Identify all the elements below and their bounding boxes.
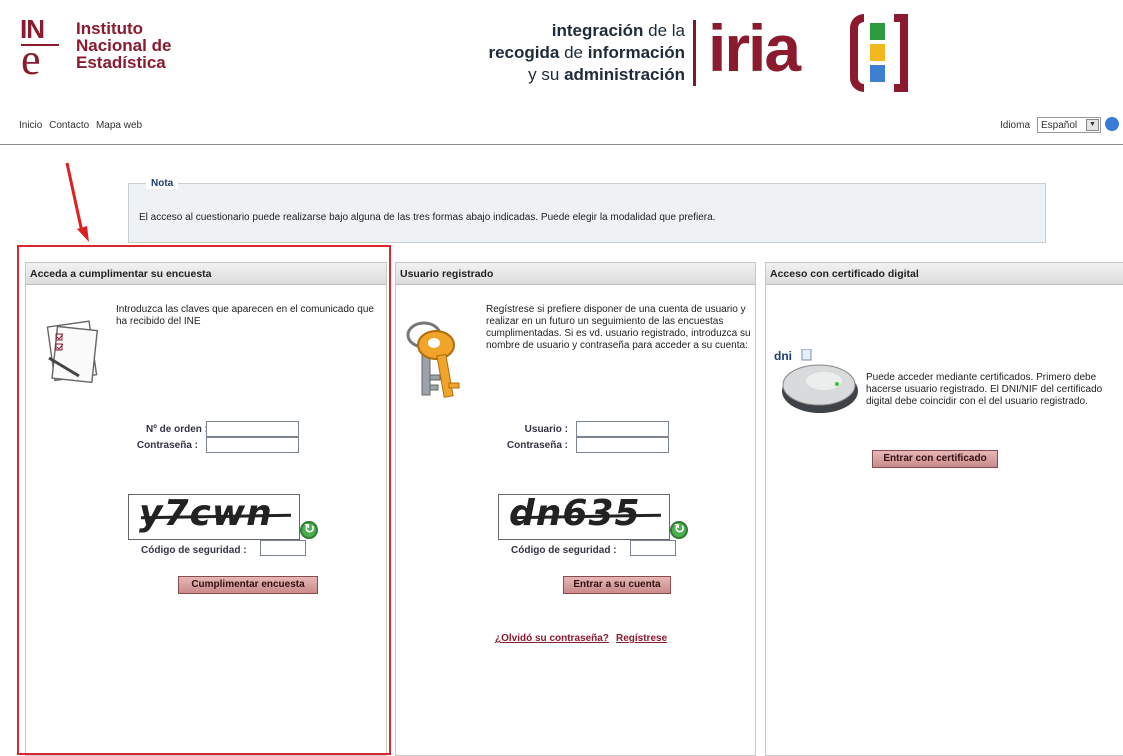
- keys-icon: [406, 321, 460, 398]
- panel-registered-user: Usuario registrado Regístrese si prefier…: [395, 262, 756, 756]
- password-label: Contraseña :: [506, 440, 568, 451]
- bracket-right: [894, 14, 908, 92]
- panel-digital-certificate: Acceso con certificado digital dni Puede…: [765, 262, 1123, 756]
- certificate-login-button[interactable]: Entrar con certificado: [872, 450, 998, 468]
- panel-title: Acceso con certificado digital: [766, 263, 1123, 285]
- iria-tagline-bold: información: [587, 43, 685, 62]
- captcha-text: y7cwn: [139, 494, 273, 534]
- iria-separator: [693, 20, 696, 86]
- iria-tagline-bold: recogida: [488, 43, 560, 62]
- captcha-image: dn635: [498, 494, 670, 540]
- order-number-label: Nº de orden :: [146, 424, 208, 435]
- globe-icon[interactable]: [1105, 117, 1119, 131]
- security-code-label: Código de seguridad :: [511, 545, 617, 556]
- refresh-captcha-icon[interactable]: [300, 521, 318, 539]
- username-label: Usuario :: [524, 424, 568, 435]
- iria-tagline: integración de la recogida de informació…: [455, 20, 685, 86]
- panel2-intro: Regístrese si prefiere disponer de una c…: [486, 304, 751, 351]
- green-square: [870, 23, 885, 40]
- language-value: Español: [1041, 120, 1078, 131]
- chevron-down-icon[interactable]: ▼: [1086, 119, 1099, 131]
- order-number-input[interactable]: [206, 421, 299, 437]
- note-text: El acceso al cuestionario puede realizar…: [139, 212, 716, 223]
- iria-tagline-bold: integración: [551, 21, 644, 40]
- card-reader-icon: [782, 349, 858, 413]
- panel-title: Usuario registrado: [396, 263, 755, 285]
- iria-logo-word: iria: [708, 11, 801, 85]
- iria-tagline-text: de: [559, 43, 588, 62]
- captcha-text: dn635: [509, 494, 641, 534]
- security-code-label: Código de seguridad :: [141, 545, 247, 556]
- password-label: Contraseña :: [136, 440, 198, 451]
- iria-tagline-bold: administración: [564, 65, 685, 84]
- iria-logo-bracket-icon: [850, 14, 908, 92]
- iria-tagline-text: y su: [528, 65, 565, 84]
- password-input[interactable]: [576, 437, 669, 453]
- bracket-left: [850, 14, 864, 92]
- security-code-input[interactable]: [630, 540, 676, 556]
- security-code-input[interactable]: [260, 540, 306, 556]
- username-input[interactable]: [576, 421, 669, 437]
- password-input[interactable]: [206, 437, 299, 453]
- red-arrow-annotation: [65, 162, 89, 242]
- header-divider: [0, 144, 1123, 145]
- note-title: Nota: [146, 178, 179, 189]
- forgot-password-link[interactable]: ¿Olvidó su contraseña?: [495, 633, 609, 644]
- iria-tagline-text: de la: [643, 21, 685, 40]
- form-document-icon: [46, 320, 99, 384]
- yellow-square: [870, 44, 885, 61]
- panel1-intro: Introduzca las claves que aparecen en el…: [116, 304, 374, 327]
- panel-survey-access: Acceda a cumplimentar su encuesta Introd…: [25, 262, 387, 756]
- captcha-image: y7cwn: [128, 494, 300, 540]
- language-label: Idioma: [999, 120, 1030, 131]
- fill-survey-button[interactable]: Cumplimentar encuesta: [178, 576, 318, 594]
- language-dropdown[interactable]: Español ▼: [1037, 117, 1101, 133]
- blue-square: [870, 65, 885, 82]
- panel3-intro: Puede acceder mediante certificados. Pri…: [866, 372, 1103, 407]
- panel-title: Acceda a cumplimentar su encuesta: [26, 263, 386, 285]
- enter-account-button[interactable]: Entrar a su cuenta: [563, 576, 671, 594]
- register-link[interactable]: Regístrese: [616, 633, 667, 644]
- refresh-captcha-icon[interactable]: [670, 521, 688, 539]
- note-box: Nota El acceso al cuestionario puede rea…: [128, 178, 1046, 243]
